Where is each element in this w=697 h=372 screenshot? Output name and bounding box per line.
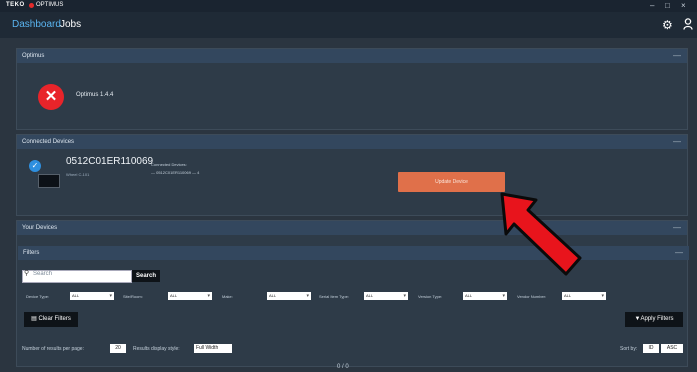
app-name: OPTIMUS	[36, 2, 64, 8]
pagination-indicator: 0 / 0	[337, 364, 349, 370]
optimus-panel-header[interactable]: Optimus —	[17, 49, 687, 63]
settings-gear-icon[interactable]: ⚙	[662, 18, 673, 32]
search-button[interactable]: Search	[132, 270, 160, 282]
filter-select-site-room[interactable]: ALL	[168, 292, 212, 300]
filters-title: Filters	[23, 250, 40, 256]
checkmark-icon[interactable]: ✓	[29, 160, 41, 172]
nav-dashboard[interactable]: Dashboard	[12, 19, 61, 30]
user-icon[interactable]	[683, 18, 693, 30]
clear-filters-button[interactable]: ▤ Clear Filters	[24, 312, 78, 327]
filter-select-version-type[interactable]: ALL	[463, 292, 507, 300]
device-image-icon	[38, 174, 60, 188]
search-icon: ⚲	[24, 270, 30, 277]
results-per-page-label: Number of results per page:	[22, 346, 84, 352]
close-button[interactable]: ×	[681, 1, 686, 10]
filter-label-serial-item-type: Serial Item Type:	[319, 294, 349, 299]
window-title-bar	[0, 0, 697, 12]
device-subtitle: Wheel C-101	[66, 172, 90, 177]
search-placeholder: Search	[33, 271, 53, 277]
top-nav	[0, 12, 697, 38]
maximize-button[interactable]: □	[665, 1, 670, 10]
filter-select-device-type[interactable]: ALL	[70, 292, 114, 300]
brand-name: TEKO	[6, 2, 25, 8]
sort-field-select[interactable]: ID	[643, 344, 659, 353]
filter-select-vendor-number[interactable]: ALL	[562, 292, 606, 300]
sort-direction-select[interactable]: ASC	[661, 344, 683, 353]
connected-devices-label: Connected Devices:	[151, 162, 187, 167]
collapse-icon[interactable]: —	[673, 221, 681, 235]
filter-label-site-room: Site/Room:	[123, 294, 143, 299]
filter-label-make: Make:	[222, 294, 233, 299]
filters-header[interactable]: Filters —	[18, 246, 689, 260]
connected-devices-value: — 0512C01ER110069 — 4	[151, 170, 200, 175]
optimus-panel-title: Optimus	[22, 53, 45, 59]
filter-label-vendor-number: Vendor Number:	[517, 294, 547, 299]
filter-label-device-type: Device Type:	[26, 294, 50, 299]
filter-label-version-type: Version Type:	[418, 294, 443, 299]
annotation-arrow-icon	[500, 192, 582, 276]
collapse-icon[interactable]: —	[675, 246, 683, 260]
filter-select-make[interactable]: ALL	[267, 292, 311, 300]
minimize-button[interactable]: –	[650, 1, 654, 10]
nav-jobs[interactable]: Jobs	[60, 19, 81, 30]
app-logo-icon	[29, 3, 34, 8]
clear-filters-label: Clear Filters	[38, 316, 71, 322]
filter-select-serial-item-type[interactable]: ALL	[364, 292, 408, 300]
device-serial: 0512C01ER110069	[66, 156, 154, 167]
display-style-select[interactable]: Full Width	[194, 344, 232, 353]
optimus-version: Optimus 1.4.4	[76, 92, 114, 98]
display-style-label: Results display style:	[133, 346, 180, 352]
connected-devices-header[interactable]: Connected Devices —	[17, 135, 687, 149]
sort-by-label: Sort by:	[620, 346, 638, 352]
optimus-panel: Optimus —	[16, 48, 688, 130]
connected-devices-title: Connected Devices	[22, 139, 75, 145]
collapse-icon[interactable]: —	[673, 49, 681, 63]
apply-filters-button[interactable]: ▼Apply Filters	[625, 312, 683, 327]
apply-filters-label: Apply Filters	[640, 316, 674, 322]
collapse-icon[interactable]: —	[673, 135, 681, 149]
optimus-logo-icon: ✕	[38, 84, 64, 110]
results-per-page-select[interactable]: 20	[110, 344, 126, 353]
trash-icon: ▤	[31, 316, 39, 322]
your-devices-title: Your Devices	[22, 225, 58, 231]
